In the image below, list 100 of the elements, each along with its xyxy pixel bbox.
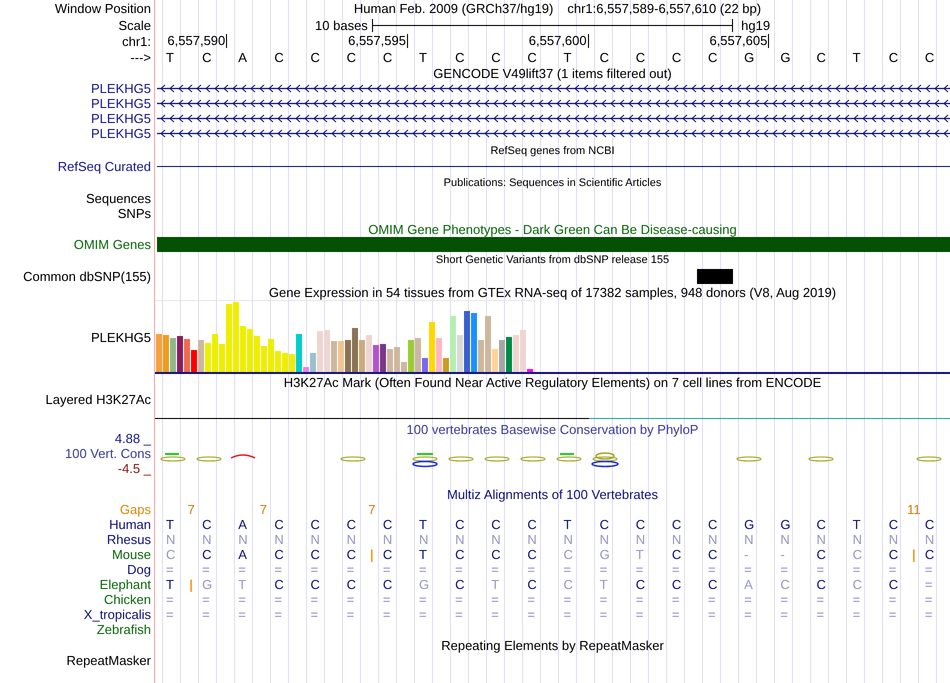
track-label[interactable]: chr1: [122,34,151,48]
track-label[interactable]: PLEKHG5 [91,330,151,344]
aligned-base: = [310,592,318,607]
species-label[interactable]: Mouse [112,547,151,562]
aligned-base: G [202,577,212,592]
aligned-base: C [455,517,464,532]
track-label[interactable]: RefSeq Curated [58,159,151,174]
aligned-base: C [672,547,682,562]
signal-baseline[interactable] [155,418,950,419]
track-label[interactable]: ---> [130,50,151,64]
aligned-base: = [744,607,752,622]
aligned-base: C [708,517,718,532]
aligned-base: N [924,532,934,547]
species-label[interactable]: X_tropicalis [84,607,151,622]
aligned-base: = [202,592,210,607]
gene-label[interactable]: PLEKHG5 [91,111,151,126]
expression-bars-drawing[interactable] [155,300,535,372]
aligned-base: = [238,592,246,607]
coordinate-label: 6,557,605 [709,34,770,48]
aligned-base: C [780,577,790,592]
aligned-base: N [888,532,898,547]
species-label[interactable]: Dog [127,562,151,577]
aligned-base: N [310,532,320,547]
gap-count: 7 [260,502,268,517]
base-letter: C [708,50,718,64]
aligned-base: A [238,517,247,532]
track-title: Publications: Sequences in Scientific Articles [444,176,662,190]
aligned-base: = [564,592,572,607]
track-label[interactable]: Window Position [54,1,151,16]
aligned-base: = [708,562,716,577]
coordinate-label: 6,557,600 [528,34,589,48]
gene-label[interactable]: PLEKHG5 [91,126,151,141]
aligned-base: N [672,532,682,547]
aligned-base: C [672,577,682,592]
gene-strand-drawing[interactable] [157,114,950,123]
gene-strand-drawing[interactable] [157,129,950,138]
aligned-base: = [418,607,427,622]
track-label[interactable]: OMIM Genes [74,237,151,252]
variant-block[interactable] [697,268,734,284]
aligned-base: = [672,607,680,622]
scale-text: 10 bases [315,18,368,32]
gene-label[interactable]: PLEKHG5 [91,81,151,96]
aligned-base: C [888,547,898,562]
aligned-base: T [491,577,500,592]
aligned-base: = [780,562,788,577]
track-label[interactable]: RepeatMasker [66,653,151,668]
base-letter: C [274,50,284,64]
base-letter: C [202,50,212,64]
track-label[interactable]: Sequences [86,191,151,206]
aligned-base: = [924,577,932,592]
aligned-base: = [600,562,608,577]
aligned-base: G [744,517,754,532]
aligned-base: = [924,592,932,607]
track-label[interactable]: Common dbSNP(155) [23,268,151,284]
species-label[interactable]: Elephant [100,577,151,592]
aligned-base: = [744,592,752,607]
track-label[interactable]: Scale [118,18,151,32]
aligned-base: = [600,592,608,607]
aligned-base: = [636,592,644,607]
aligned-base: = [672,592,680,607]
aligned-base: = [600,607,608,622]
species-label[interactable]: Rhesus [106,532,151,547]
gene-strand-drawing[interactable] [157,84,950,93]
gene-label[interactable]: PLEKHG5 [91,96,151,111]
aligned-base: C [527,547,537,562]
aligned-base: = [418,592,427,607]
aligned-base: G [418,577,430,592]
aligned-base: T [636,547,644,562]
aligned-base: - [780,547,785,562]
track-title: H3K27Ac Mark (Often Found Near Active Regulatory Elements) on 7 cell lines from ENCODE [284,375,822,390]
aligned-base: C [924,547,934,562]
track-label[interactable]: Layered H3K27Ac [45,392,151,407]
gene-strand-drawing[interactable] [157,99,950,108]
aligned-base: = [636,607,644,622]
aligned-base: N [166,532,176,547]
aligned-base: C [455,577,464,592]
aligned-base: T [564,517,572,532]
track-label[interactable]: 100 Vert. Cons [65,446,151,461]
aligned-base: C [636,577,646,592]
aligned-base: = [491,562,499,577]
track-label[interactable]: SNPs [118,206,151,221]
aligned-base: C [600,517,610,532]
species-label[interactable]: Chicken [104,592,151,607]
aligned-base: G [780,517,790,532]
aligned-base: N [564,532,573,547]
aligned-base: = [382,562,390,577]
aligned-base: C [816,547,826,562]
aligned-base: = [346,562,354,577]
axis-min-label: -4.5 _ [118,461,151,476]
aligned-base: C [527,517,537,532]
aligned-base: = [310,562,318,577]
aligned-base: N [491,532,501,547]
gap-count: 11 [907,502,921,517]
aligned-base: T [852,517,861,532]
aligned-base: C [346,517,356,532]
aligned-base: = [382,607,390,622]
track-title: 100 vertebrates Basewise Conservation by PhyloP [406,422,698,437]
species-label[interactable]: Human [109,517,151,532]
aligned-base: N [852,532,862,547]
species-label[interactable]: Zebrafish [96,622,151,637]
